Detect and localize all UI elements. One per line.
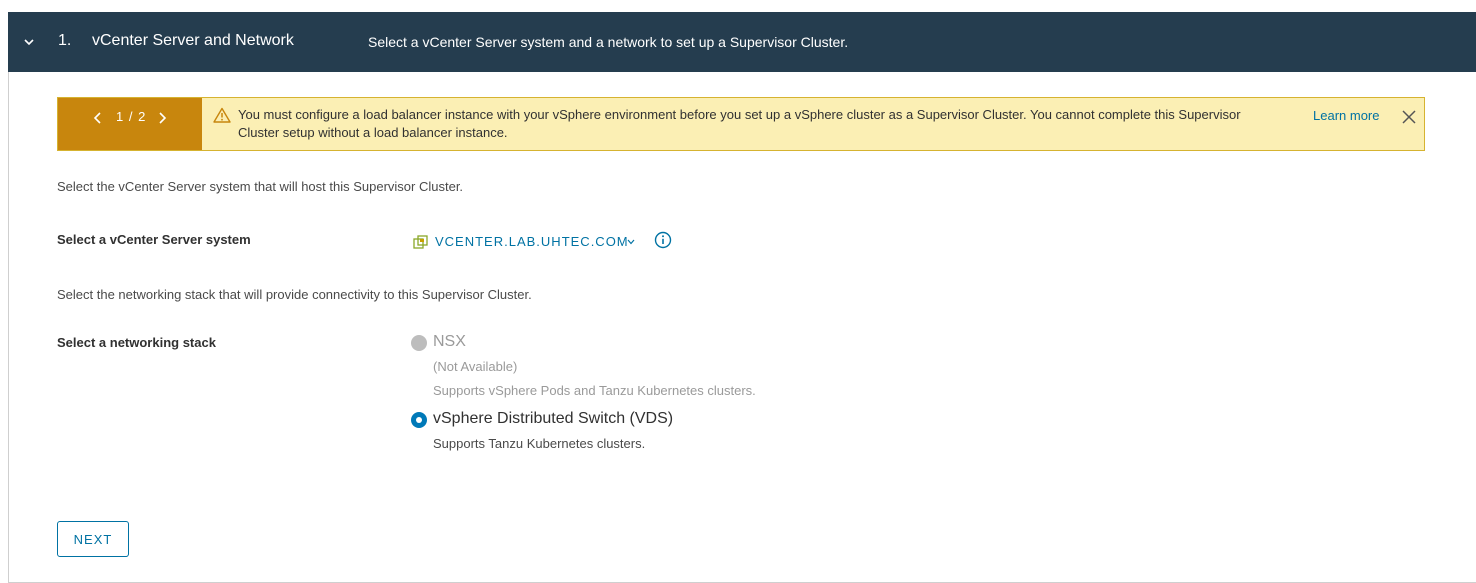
- close-icon[interactable]: [1402, 110, 1416, 124]
- option-nsx-status: (Not Available): [433, 359, 518, 374]
- option-vds-title[interactable]: vSphere Distributed Switch (VDS): [433, 410, 673, 428]
- network-label: Select a networking stack: [57, 335, 216, 350]
- warning-alert: 1 / 2 You must configure a load balancer…: [57, 97, 1425, 151]
- info-icon[interactable]: [654, 231, 672, 249]
- vcenter-icon: [413, 235, 428, 249]
- vcenter-name[interactable]: VCENTER.LAB.UHTEC.COM: [435, 234, 629, 249]
- alert-pager: 1 / 2: [58, 98, 202, 150]
- radio-vds[interactable]: [411, 412, 427, 428]
- next-button[interactable]: NEXT: [57, 521, 129, 557]
- option-nsx-title: NSX: [433, 333, 466, 350]
- learn-more-link[interactable]: Learn more: [1313, 108, 1379, 123]
- vcenter-intro: Select the vCenter Server system that wi…: [57, 179, 464, 194]
- chevron-left-icon[interactable]: [92, 111, 104, 125]
- chevron-right-icon[interactable]: [156, 111, 168, 125]
- network-intro: Select the networking stack that will pr…: [57, 287, 532, 302]
- alert-page-count: 1 / 2: [116, 109, 147, 124]
- chevron-down-icon[interactable]: [22, 35, 36, 49]
- vcenter-label: Select a vCenter Server system: [57, 232, 251, 247]
- step-number: 1.: [58, 32, 72, 49]
- section-header[interactable]: 1. vCenter Server and Network Select a v…: [8, 12, 1476, 72]
- radio-nsx: [411, 335, 427, 351]
- step-description: Select a vCenter Server system and a net…: [368, 34, 849, 50]
- alert-message: You must configure a load balancer insta…: [238, 107, 1241, 140]
- option-vds-description: Supports Tanzu Kubernetes clusters.: [433, 436, 646, 451]
- option-nsx-description: Supports vSphere Pods and Tanzu Kubernet…: [433, 383, 756, 398]
- chevron-down-icon[interactable]: [627, 239, 635, 245]
- warning-icon: [213, 107, 231, 123]
- step-title: vCenter Server and Network: [92, 32, 294, 49]
